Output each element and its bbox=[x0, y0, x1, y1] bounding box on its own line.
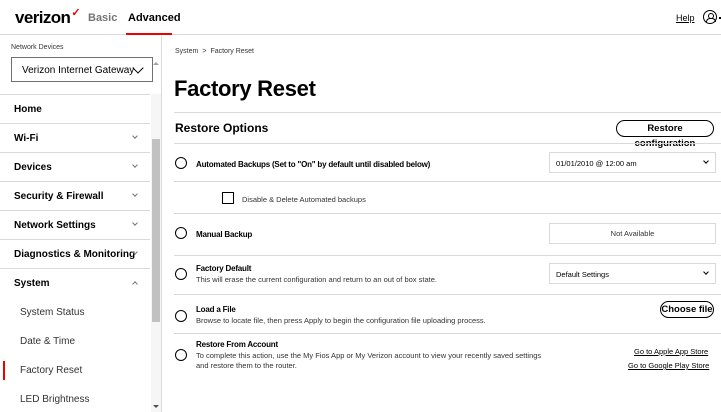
breadcrumb-separator: > bbox=[202, 48, 207, 55]
sidebar-subitem-label: Date & Time bbox=[20, 336, 76, 347]
chevron-down-icon bbox=[132, 133, 138, 139]
sidebar-item-security-firewall[interactable]: Security & Firewall bbox=[0, 182, 150, 211]
sidebar-item-label: Wi-Fi bbox=[14, 133, 39, 144]
chevron-down-icon bbox=[703, 158, 709, 164]
automated-backups-title: Automated Backups (Set to "On" by defaul… bbox=[196, 160, 431, 169]
section-title: Restore Options bbox=[175, 121, 269, 135]
manual-backup-value: Not Available bbox=[549, 223, 716, 244]
sidebar-item-label: System bbox=[14, 278, 50, 289]
tab-basic[interactable]: Basic bbox=[88, 12, 117, 24]
breadcrumb: System > Factory Reset bbox=[175, 48, 254, 55]
logo-checkmark-icon: ✓ bbox=[71, 7, 80, 19]
breadcrumb-item-current: Factory Reset bbox=[210, 48, 255, 55]
network-device-value: Verizon Internet Gateway bbox=[22, 65, 135, 76]
radio-automated-backups[interactable] bbox=[175, 157, 187, 169]
factory-default-title: Factory Default bbox=[196, 264, 252, 273]
restore-from-account-description-line2: and restore them to the router. bbox=[196, 361, 297, 370]
automated-backup-select[interactable]: 01/01/2010 @ 12:00 am bbox=[549, 152, 716, 173]
restore-from-account-title: Restore From Account bbox=[196, 340, 278, 349]
sidebar-item-diagnostics[interactable]: Diagnostics & Monitoring bbox=[0, 240, 150, 269]
restore-from-account-description-line1: To complete this action, use the My Fios… bbox=[196, 351, 542, 360]
divider bbox=[174, 181, 721, 182]
tab-advanced[interactable]: Advanced bbox=[128, 12, 181, 24]
google-play-store-link[interactable]: Go to Google Play Store bbox=[628, 361, 709, 370]
disable-automated-backups-label: Disable & Delete Automated backups bbox=[242, 195, 366, 204]
divider bbox=[174, 112, 721, 113]
sidebar-item-label: Diagnostics & Monitoring bbox=[14, 249, 136, 260]
network-devices-label: Network Devices bbox=[11, 44, 64, 51]
chevron-down-icon bbox=[703, 269, 709, 275]
disable-automated-backups-checkbox[interactable] bbox=[222, 192, 234, 204]
chevron-down-icon bbox=[132, 162, 138, 168]
choose-file-button[interactable]: Choose file bbox=[660, 301, 714, 318]
divider bbox=[174, 294, 721, 295]
page-title: Factory Reset bbox=[174, 76, 316, 101]
restore-configuration-button[interactable]: Restore configuration bbox=[616, 120, 714, 149]
sidebar-item-home[interactable]: Home bbox=[0, 95, 150, 124]
sidebar-item-system[interactable]: System bbox=[0, 269, 150, 298]
sidebar-subitem-led-brightness[interactable]: LED Brightness bbox=[0, 385, 150, 412]
sidebar-subitem-date-time[interactable]: Date & Time bbox=[0, 327, 150, 356]
sidebar-scroll-thumb[interactable] bbox=[152, 139, 160, 322]
scroll-up-arrow-icon[interactable] bbox=[153, 62, 159, 65]
user-account-icon[interactable] bbox=[703, 10, 717, 24]
sidebar-item-devices[interactable]: Devices bbox=[0, 153, 150, 182]
radio-load-file[interactable] bbox=[175, 310, 187, 322]
top-bar: verizon✓ Basic Advanced Help bbox=[0, 0, 721, 35]
factory-default-description: This will erase the current configuratio… bbox=[196, 275, 437, 284]
sidebar: Network Devices Verizon Internet Gateway… bbox=[0, 36, 162, 412]
sidebar-menu: Home Wi-Fi Devices Security & Firewall N… bbox=[0, 94, 150, 412]
breadcrumb-item-system[interactable]: System bbox=[175, 48, 198, 55]
active-tab-indicator bbox=[126, 33, 172, 35]
chevron-down-icon bbox=[132, 220, 138, 226]
manual-backup-title: Manual Backup bbox=[196, 230, 253, 239]
radio-manual-backup[interactable] bbox=[175, 227, 187, 239]
apple-app-store-link[interactable]: Go to Apple App Store bbox=[634, 347, 708, 356]
chevron-down-icon bbox=[132, 191, 138, 197]
factory-default-value: Default Settings bbox=[556, 270, 609, 279]
sidebar-item-wifi[interactable]: Wi-Fi bbox=[0, 124, 150, 153]
load-file-title: Load a File bbox=[196, 305, 236, 314]
load-file-description: Browse to locate file, then press Apply … bbox=[196, 316, 486, 325]
sidebar-subitem-system-status[interactable]: System Status bbox=[0, 298, 150, 327]
sidebar-item-label: Devices bbox=[14, 162, 52, 173]
sidebar-subitem-label: System Status bbox=[20, 307, 85, 318]
factory-default-select[interactable]: Default Settings bbox=[549, 263, 716, 284]
sidebar-item-label: Network Settings bbox=[14, 220, 96, 231]
divider bbox=[174, 143, 721, 144]
divider bbox=[174, 255, 721, 256]
sidebar-item-label: Security & Firewall bbox=[14, 191, 104, 202]
automated-backup-value: 01/01/2010 @ 12:00 am bbox=[556, 159, 637, 168]
sidebar-subitem-label: LED Brightness bbox=[20, 394, 90, 405]
divider bbox=[174, 333, 721, 334]
chevron-up-icon bbox=[132, 281, 138, 287]
radio-factory-default[interactable] bbox=[175, 268, 187, 280]
sidebar-subitem-factory-reset[interactable]: Factory Reset bbox=[0, 356, 150, 385]
network-device-select[interactable]: Verizon Internet Gateway bbox=[11, 57, 153, 82]
radio-restore-from-account[interactable] bbox=[175, 349, 187, 361]
sidebar-item-network-settings[interactable]: Network Settings bbox=[0, 211, 150, 240]
help-link[interactable]: Help bbox=[676, 13, 695, 23]
divider bbox=[174, 213, 721, 214]
scroll-down-arrow-icon[interactable] bbox=[153, 405, 159, 408]
verizon-logo[interactable]: verizon✓ bbox=[15, 7, 81, 28]
sidebar-subitem-label: Factory Reset bbox=[20, 365, 83, 376]
sidebar-item-label: Home bbox=[14, 104, 42, 115]
